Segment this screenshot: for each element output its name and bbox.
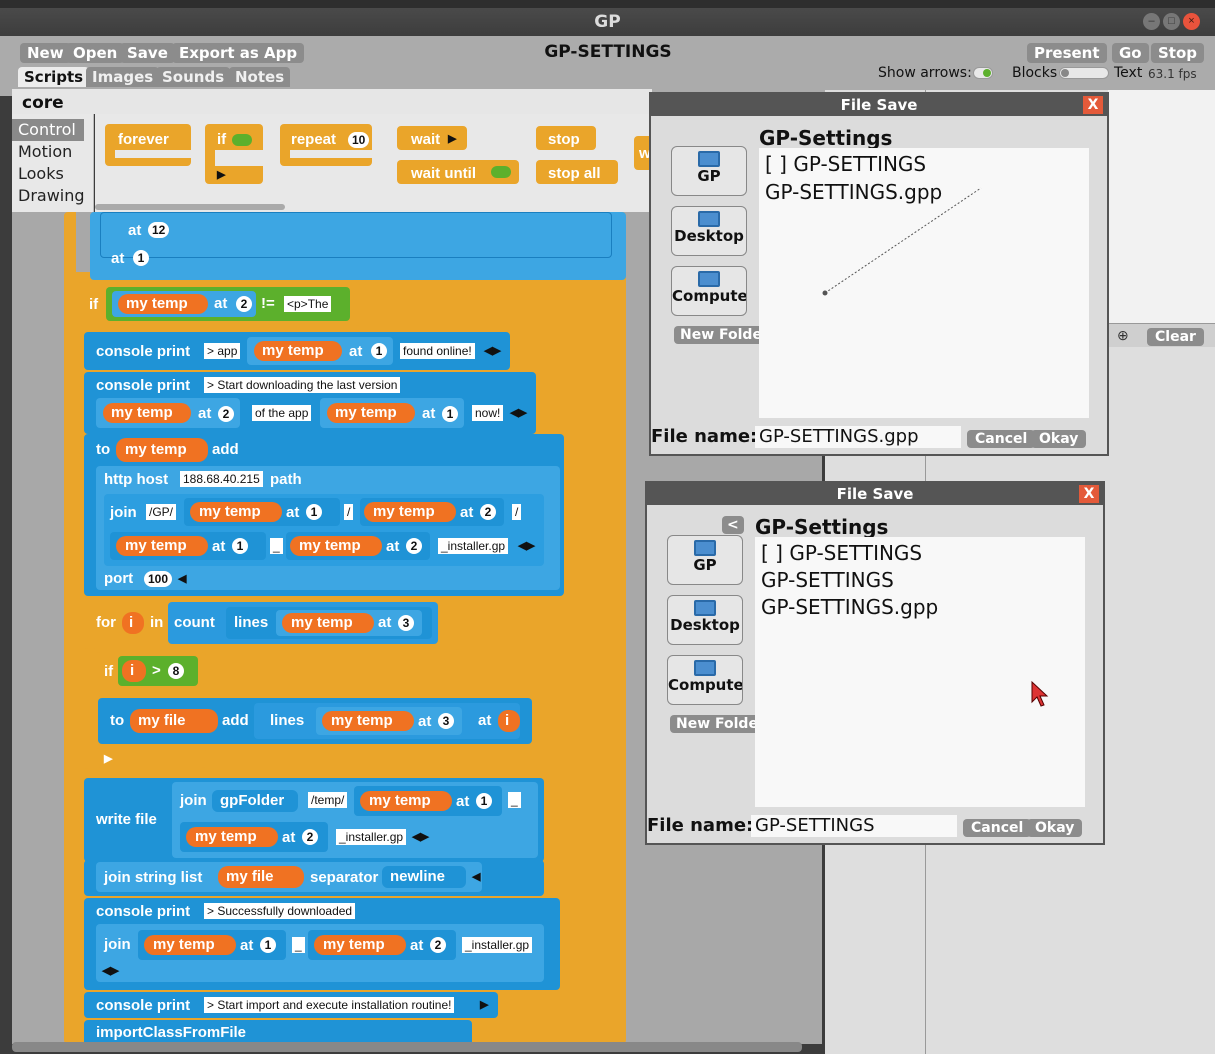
category-motion[interactable]: Motion [12,141,94,163]
close-icon[interactable]: × [1183,13,1200,30]
if-block-end: ▶ [96,748,206,768]
fps-readout: 63.1 fps [1148,67,1197,81]
folder-icon [698,271,720,287]
window-title: GP [594,12,621,32]
stop-all-block[interactable]: stop all [536,160,618,184]
folder-icon [698,151,720,167]
place-desktop-button[interactable]: Desktop [667,595,743,645]
category-looks[interactable]: Looks [12,163,94,185]
file-save-dialog: File Save X < GP Desktop Compute New Fol… [645,481,1105,845]
current-folder-label: GP-Settings [755,515,889,539]
stop-button[interactable]: Stop [1151,43,1205,63]
tab-notes[interactable]: Notes [229,67,291,87]
if-block[interactable]: if i >8 [96,652,206,692]
join-string-list-block-row: join string list my file separator newline ◀ [84,860,544,896]
go-button[interactable]: Go [1112,43,1149,63]
dialog-close-button[interactable]: X [1079,485,1099,503]
filename-input[interactable]: GP-SETTINGS [751,815,957,837]
place-gp-button[interactable]: GP [667,535,743,585]
console-print-block[interactable]: console print > Start import and execute… [84,992,498,1018]
blocks-mode-label: Blocks [1012,65,1058,81]
text-mode-label: Text [1114,65,1143,81]
write-file-block[interactable]: write file join gpFolder /temp/ my temp a… [84,778,544,862]
repeat-block[interactable]: repeat 10 [280,124,372,166]
tab-images[interactable]: Images [86,67,160,87]
export-as-app-button[interactable]: Export as App [172,43,305,63]
okay-button[interactable]: Okay [1027,819,1083,837]
cancel-button[interactable]: Cancel [967,430,1036,448]
module-name: core [12,89,652,114]
blocks-text-toggle[interactable] [1059,67,1109,79]
scripts-scrollbar[interactable] [12,1042,802,1052]
file-list-item[interactable]: [ ] GP-SETTINGS [761,541,922,565]
folder-icon [694,660,716,676]
forever-block[interactable]: forever [105,124,191,166]
import-class-block[interactable]: importClassFromFile [84,1020,472,1044]
file-save-dialog: File Save X GP Desktop Compute New Folde… [649,92,1109,456]
wait-block[interactable]: wait ▶ [397,126,467,150]
mouse-cursor-icon [1031,680,1049,707]
place-computer-button[interactable]: Compute [671,266,747,316]
dialog-title: File Save [651,94,1107,116]
show-arrows-toggle[interactable] [973,67,993,79]
filename-input[interactable]: GP-SETTINGS.gpp [755,426,961,448]
folder-icon [698,211,720,227]
cancel-button[interactable]: Cancel [963,819,1032,837]
open-button[interactable]: Open [66,43,125,63]
place-desktop-button[interactable]: Desktop [671,206,747,256]
clear-button[interactable]: Clear [1147,328,1204,346]
dialog-close-button[interactable]: X [1083,96,1103,114]
file-list: [ ] GP-SETTINGS GP-SETTINGS GP-SETTINGS.… [755,537,1085,807]
for-loop-end [84,768,460,778]
place-computer-button[interactable]: Compute [667,655,743,705]
dialog-title: File Save [647,483,1103,505]
folder-icon [694,540,716,556]
folder-icon [694,600,716,616]
place-gp-button[interactable]: GP [671,146,747,196]
palette-scrollbar[interactable] [95,204,285,210]
filename-label: File name: [651,426,758,447]
category-list: Control Motion Looks Drawing [12,114,94,212]
category-drawing[interactable]: Drawing [12,185,94,207]
stage-area [1108,90,1215,325]
project-title: GP-SETTINGS [544,42,672,62]
window-title-bar: GP [0,8,1215,36]
wait-until-block[interactable]: wait until [397,160,519,184]
list-add-block[interactable]: to my temp add http host 188.68.40.215 p… [84,434,564,596]
new-button[interactable]: New [20,43,71,63]
drag-line [822,187,982,296]
add-icon[interactable]: ⊕ [1117,327,1129,344]
back-button[interactable]: < [722,516,744,534]
show-arrows-label: Show arrows: [878,65,972,81]
nested-expr[interactable]: at 12 at 1 [90,212,626,280]
file-list: [ ] GP-SETTINGS GP-SETTINGS.gpp [759,148,1089,418]
block-palette: forever if ▶ repeat 10 wait ▶ wait until st… [95,114,652,212]
if-block[interactable]: if my temp at 2 != <p>The [78,282,360,326]
present-button[interactable]: Present [1027,43,1107,63]
list-add-block[interactable]: to my file add lines my temp at 3 at i [98,698,532,744]
okay-button[interactable]: Okay [1031,430,1087,448]
tab-sounds[interactable]: Sounds [156,67,231,87]
gp-app-window: GP – □ × New Open Save Export as App GP-… [0,0,1215,1054]
console-print-block[interactable]: console print > app my temp at 1 found onl… [84,332,510,370]
file-list-item[interactable]: GP-SETTINGS.gpp [761,595,938,619]
save-button[interactable]: Save [120,43,175,63]
console-print-block[interactable]: console print > Successfully downloaded … [84,898,560,990]
if-block[interactable]: if ▶ [205,124,263,184]
for-loop-block[interactable]: for i in count lines my temp at 3 [84,598,460,650]
minimize-icon[interactable]: – [1143,13,1160,30]
file-list-item[interactable]: GP-SETTINGS [761,568,894,592]
console-print-block[interactable]: console print > Start downloading the la… [84,372,536,434]
category-control[interactable]: Control [12,119,84,141]
filename-label: File name: [647,815,754,836]
maximize-icon[interactable]: □ [1163,13,1180,30]
join-string-list-block[interactable]: join string list my file separator newline ◀ [96,862,482,892]
tab-scripts[interactable]: Scripts [18,67,90,87]
current-folder-label: GP-Settings [759,126,893,150]
desktop-top-bar [0,0,1215,8]
stop-block[interactable]: stop [536,126,596,150]
